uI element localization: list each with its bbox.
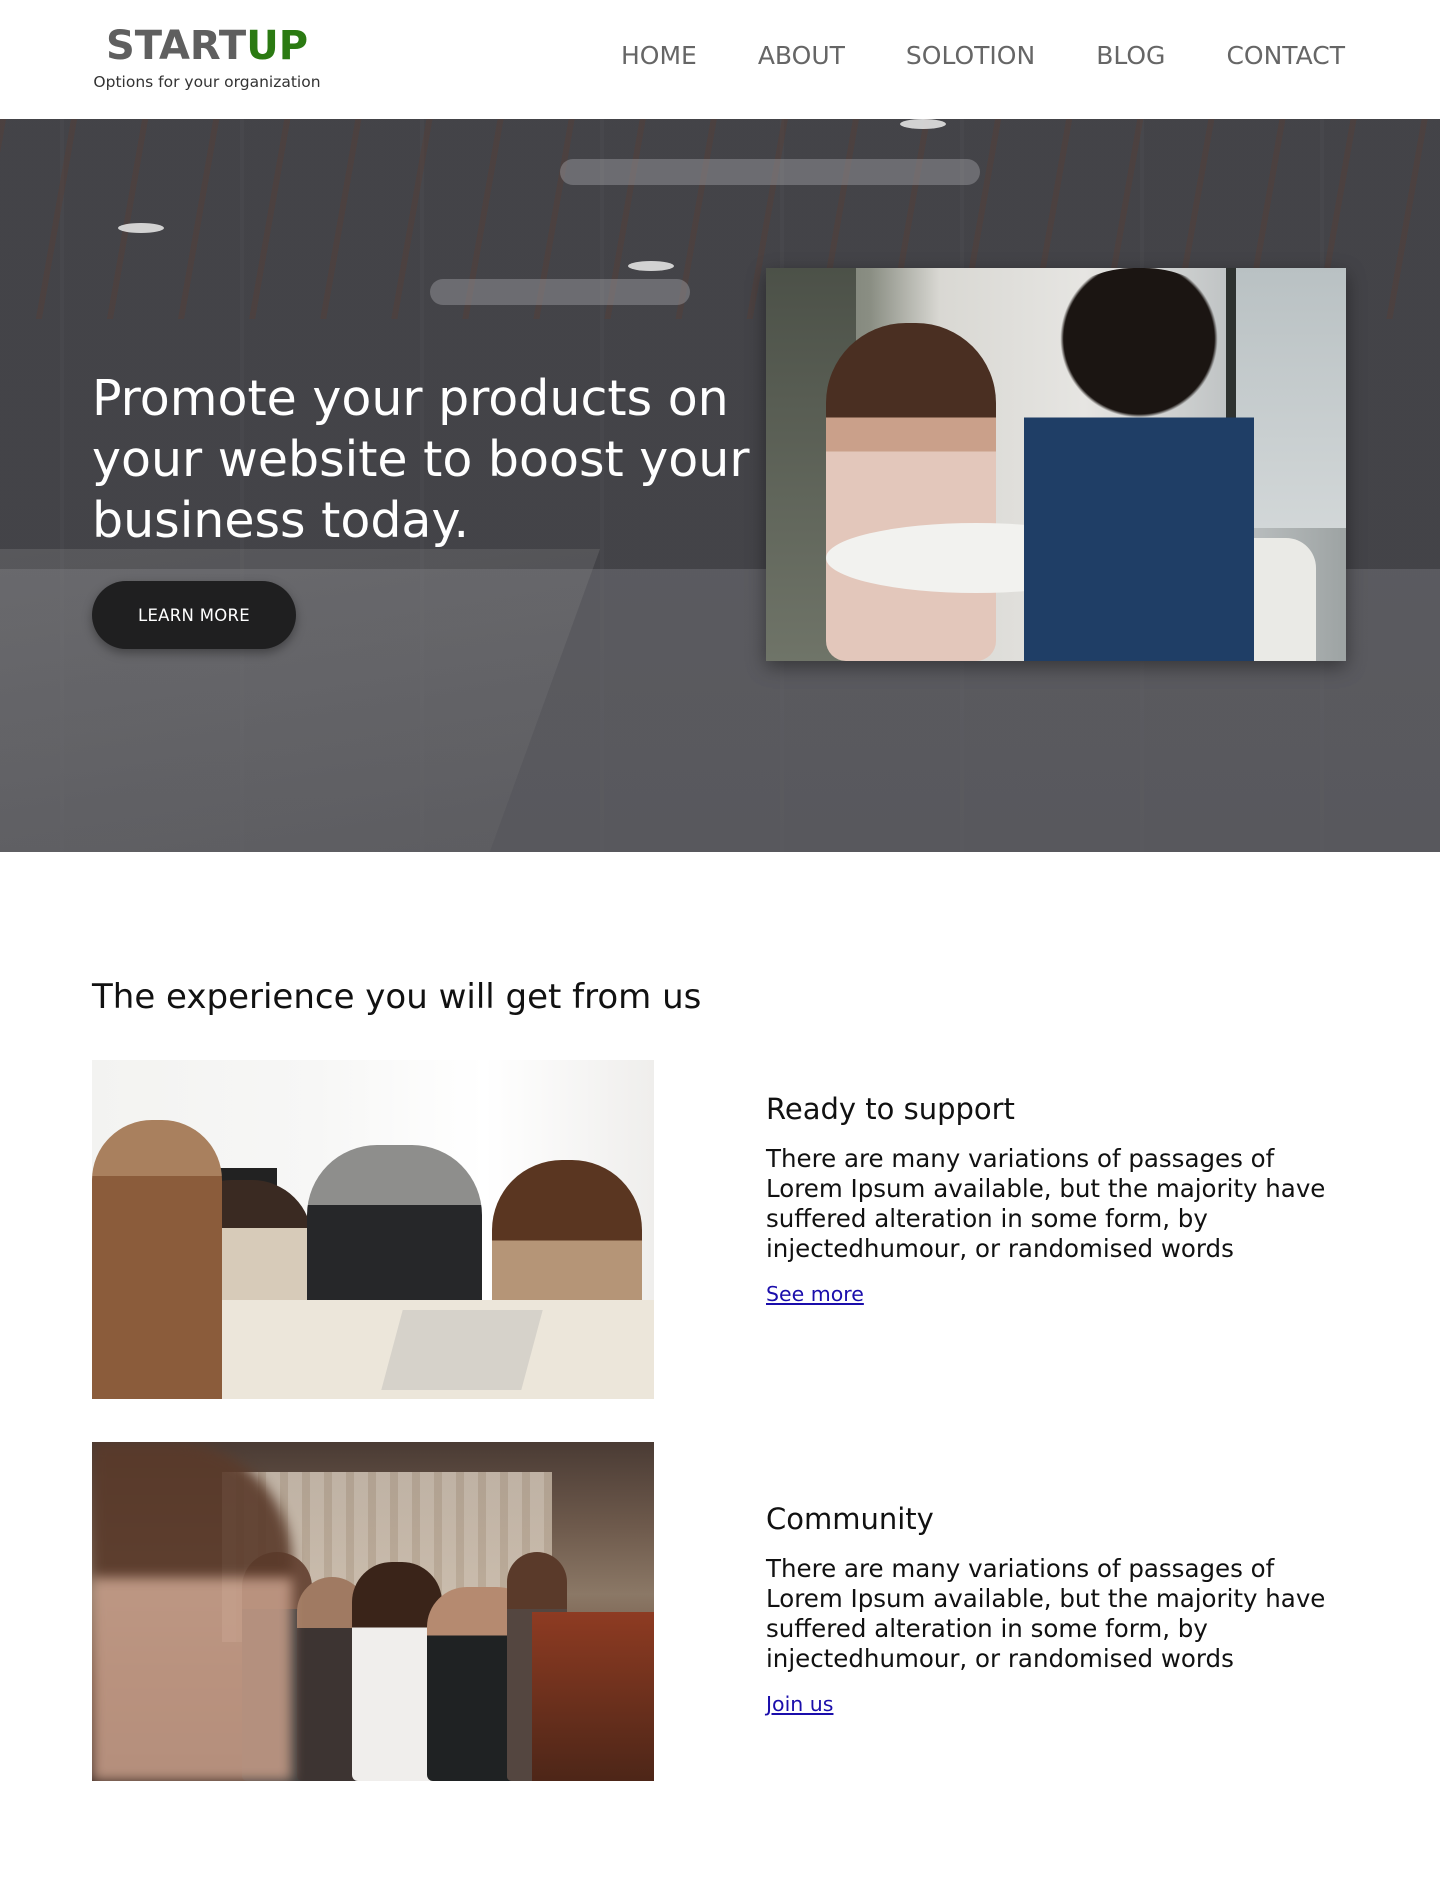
- card-heading: Community: [766, 1502, 934, 1536]
- see-more-link[interactable]: See more: [766, 1281, 864, 1307]
- hero-title: Promote your products on your website to…: [92, 370, 750, 549]
- nav-contact[interactable]: CONTACT: [1226, 40, 1345, 72]
- experience-title: The experience you will get from us: [92, 977, 702, 1017]
- photo-laptop: [381, 1310, 543, 1390]
- card-text: There are many variations of passages of…: [766, 1554, 1326, 1673]
- hero-background-pipe: [430, 279, 690, 305]
- nav-home[interactable]: HOME: [621, 40, 697, 72]
- photo-person: [826, 323, 996, 661]
- site-header: STARTUP Options for your organization HO…: [0, 0, 1440, 119]
- join-us-link[interactable]: Join us: [766, 1691, 833, 1717]
- nav-blog[interactable]: BLOG: [1096, 40, 1165, 72]
- logo[interactable]: STARTUP Options for your organization: [92, 22, 322, 91]
- learn-more-button[interactable]: LEARN MORE: [92, 581, 296, 649]
- hero-background-light: [900, 119, 946, 129]
- nav-solution[interactable]: SOLOTION: [906, 40, 1035, 72]
- hero-background-light: [628, 261, 674, 271]
- support-card: Ready to support There are many variatio…: [766, 1090, 1366, 1307]
- photo-person: [92, 1120, 222, 1399]
- main-nav: HOME ABOUT SOLOTION BLOG CONTACT: [621, 40, 1345, 72]
- hero-background-light: [118, 223, 164, 233]
- community-card: Community There are many variations of p…: [766, 1500, 1366, 1717]
- hero-section: Promote your products on your website to…: [0, 119, 1440, 852]
- photo-person-foreground: [92, 1442, 292, 1781]
- photo-person: [1024, 268, 1254, 661]
- hero-background-pipe: [560, 159, 980, 185]
- community-crowd-photo: [92, 1442, 654, 1781]
- logo-tagline: Options for your organization: [93, 73, 321, 91]
- card-text: There are many variations of passages of…: [766, 1144, 1326, 1263]
- photo-bar: [532, 1612, 654, 1781]
- logo-up-text: UP: [246, 23, 309, 69]
- card-heading: Ready to support: [766, 1092, 1015, 1126]
- hero-photo-interview: [766, 268, 1346, 661]
- logo-start-text: START: [105, 23, 247, 69]
- logo-wordmark: STARTUP: [92, 22, 322, 70]
- nav-about[interactable]: ABOUT: [758, 40, 845, 72]
- support-meeting-photo: [92, 1060, 654, 1399]
